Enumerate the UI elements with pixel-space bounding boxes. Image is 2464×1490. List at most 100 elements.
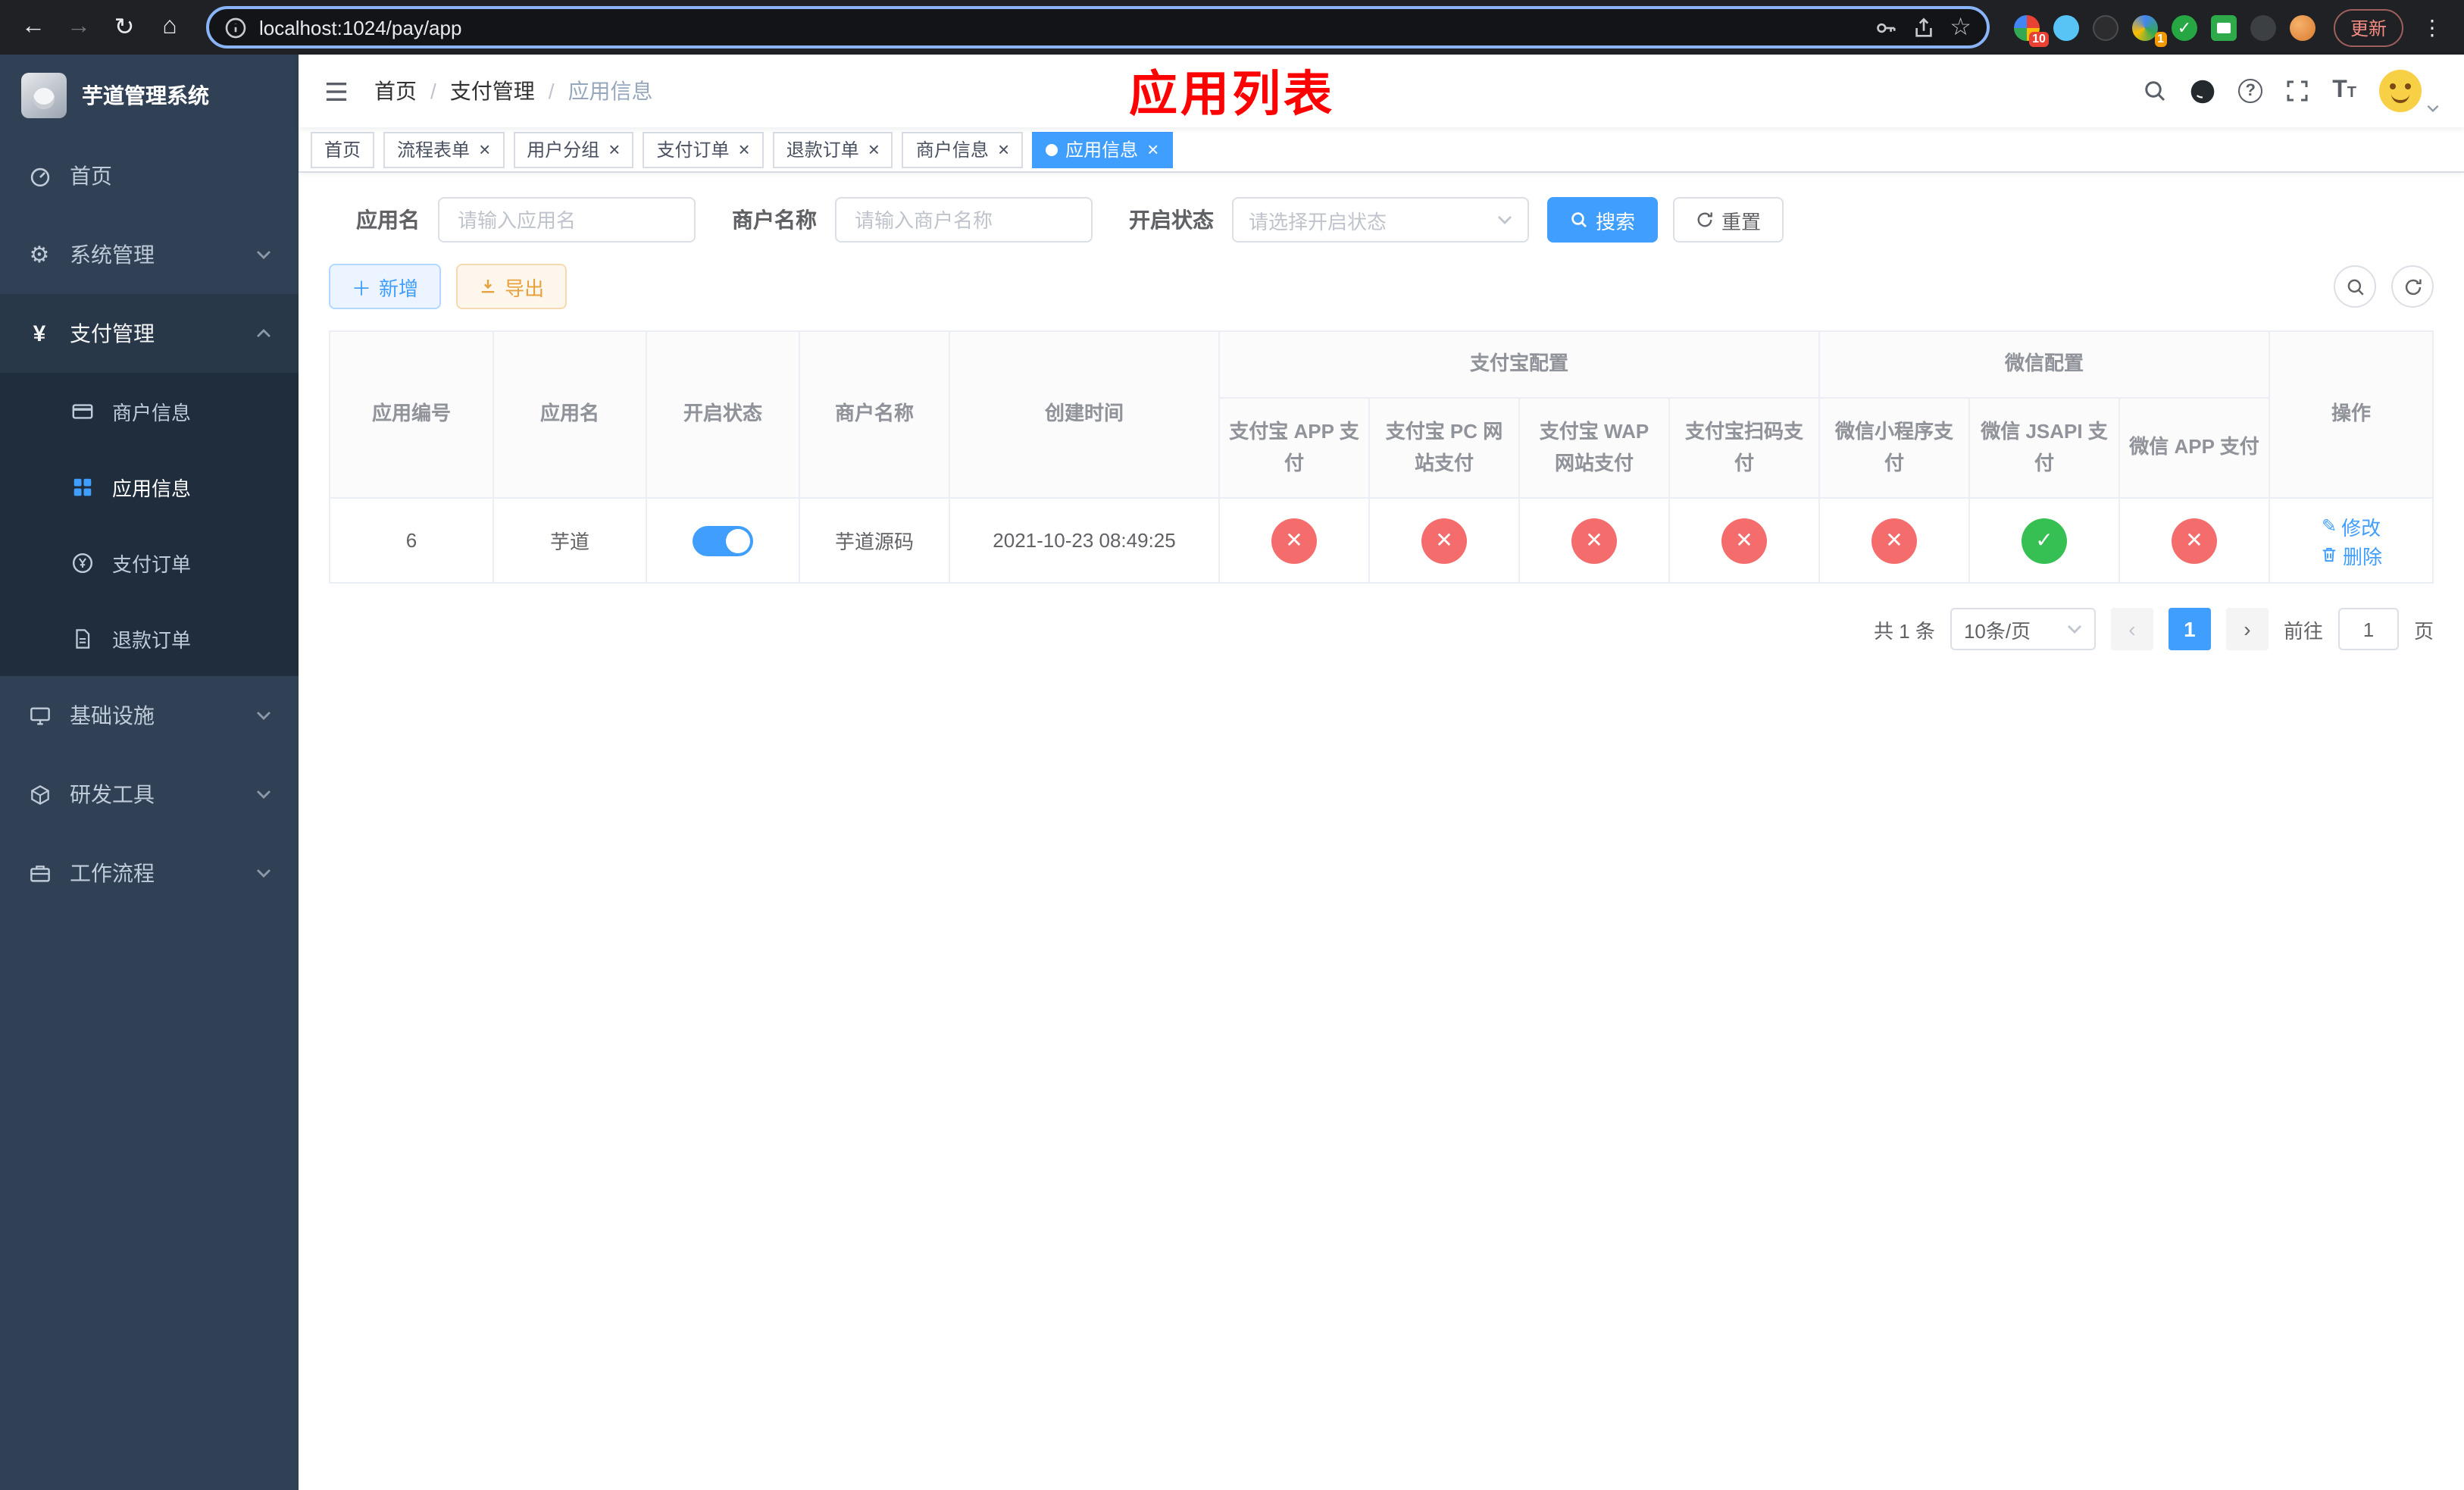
add-button[interactable]: ＋ 新增 bbox=[329, 264, 442, 309]
page-size-select[interactable]: 10条/页 bbox=[1950, 608, 2096, 650]
sidebar-item-payment[interactable]: ¥ 支付管理 bbox=[0, 294, 299, 373]
site-info-icon[interactable] bbox=[224, 16, 247, 39]
extension-icon-dark[interactable] bbox=[2092, 14, 2118, 40]
merchant-name-input[interactable] bbox=[835, 197, 1093, 243]
goto-page-input[interactable] bbox=[2337, 608, 2399, 650]
close-icon[interactable]: × bbox=[998, 139, 1009, 159]
tab-label: 应用信息 bbox=[1065, 139, 1139, 161]
close-icon[interactable]: × bbox=[739, 139, 750, 159]
close-icon[interactable]: × bbox=[1147, 139, 1159, 159]
sidebar-item-refund-order[interactable]: 退款订单 bbox=[0, 600, 299, 676]
address-bar[interactable]: localhost:1024/pay/app ☆ bbox=[206, 6, 1990, 49]
tab-pay-order[interactable]: 支付订单 × bbox=[643, 131, 764, 167]
font-size-icon[interactable]: TT bbox=[2332, 78, 2356, 103]
extension-icon-color[interactable]: 1 bbox=[2131, 14, 2167, 46]
toggle-knob bbox=[726, 528, 750, 552]
goto-label: 前往 bbox=[2283, 619, 2323, 642]
chevron-down-icon bbox=[257, 712, 270, 720]
forward-button[interactable]: → bbox=[58, 6, 100, 49]
sidebar-item-merchant-info[interactable]: 商户信息 bbox=[0, 373, 299, 449]
user-avatar[interactable] bbox=[2379, 70, 2440, 112]
extension-icon-check[interactable]: ✓ bbox=[2171, 14, 2197, 40]
status-toggle[interactable] bbox=[693, 525, 753, 556]
col-header-merchant: 商户名称 bbox=[799, 330, 950, 499]
pencil-icon: ✎ bbox=[2321, 515, 2337, 537]
sidebar-label: 支付订单 bbox=[112, 552, 192, 575]
reload-button[interactable]: ↻ bbox=[103, 6, 145, 49]
extension-icon-chat[interactable] bbox=[2210, 14, 2237, 40]
sidebar-item-home[interactable]: 首页 bbox=[0, 136, 299, 215]
page-number-1[interactable]: 1 bbox=[2168, 608, 2211, 650]
sidebar-item-dev-tools[interactable]: 研发工具 bbox=[0, 755, 299, 834]
extension-badge: 1 bbox=[2154, 31, 2167, 46]
back-button[interactable]: ← bbox=[12, 6, 55, 49]
group-header-wechat: 微信配置 bbox=[1818, 330, 2271, 399]
close-icon[interactable]: × bbox=[608, 139, 620, 159]
app-name-input[interactable] bbox=[438, 197, 696, 243]
search-icon bbox=[2347, 278, 2363, 295]
edit-link[interactable]: ✎ 修改 bbox=[2322, 512, 2381, 540]
next-page-button[interactable]: › bbox=[2225, 608, 2269, 650]
sidebar-label: 基础设施 bbox=[70, 703, 155, 728]
wechat-app-status-icon bbox=[2172, 518, 2218, 563]
search-button[interactable]: 搜索 bbox=[1547, 197, 1659, 243]
chrome-update-button[interactable]: 更新 bbox=[2333, 8, 2403, 46]
goto-suffix-label: 页 bbox=[2413, 619, 2434, 642]
sidebar-item-system[interactable]: ⚙ 系统管理 bbox=[0, 215, 299, 294]
close-icon[interactable]: × bbox=[868, 139, 880, 159]
app-name-label: 应用名 bbox=[356, 208, 420, 232]
refresh-table-button[interactable] bbox=[2391, 265, 2434, 308]
tab-label: 用户分组 bbox=[527, 139, 600, 161]
app-logo-row[interactable]: 芋道管理系统 bbox=[0, 55, 299, 136]
gear-icon: ⚙ bbox=[29, 243, 50, 268]
merchant-name-label: 商户名称 bbox=[732, 208, 817, 232]
breadcrumb-home[interactable]: 首页 bbox=[374, 76, 417, 106]
fullscreen-icon[interactable] bbox=[2285, 79, 2309, 103]
sub-header: 支付宝 WAP 网站支付 bbox=[1518, 397, 1670, 499]
page-title: 应用列表 bbox=[1128, 67, 1336, 121]
sidebar-label: 退款订单 bbox=[112, 628, 192, 651]
sidebar-item-infrastructure[interactable]: 基础设施 bbox=[0, 676, 299, 755]
tab-app-info[interactable]: 应用信息 × bbox=[1032, 131, 1173, 167]
total-count: 共 1 条 bbox=[1874, 619, 1935, 642]
sidebar: 芋道管理系统 首页 ⚙ 系统管理 ¥ 支付管理 商户信息 应用信息 支付订单 退… bbox=[0, 55, 299, 1490]
status-select[interactable]: 请选择开启状态 bbox=[1232, 197, 1529, 243]
tab-merchant-info[interactable]: 商户信息 × bbox=[902, 131, 1024, 167]
sidebar-label: 应用信息 bbox=[112, 477, 192, 499]
col-header-status: 开启状态 bbox=[646, 330, 800, 499]
sidebar-item-app-info[interactable]: 应用信息 bbox=[0, 449, 299, 524]
tab-refund-order[interactable]: 退款订单 × bbox=[772, 131, 893, 167]
share-icon[interactable] bbox=[1912, 16, 1934, 39]
profile-avatar[interactable] bbox=[2289, 14, 2315, 40]
export-button[interactable]: 导出 bbox=[456, 264, 568, 309]
sidebar-item-pay-order[interactable]: 支付订单 bbox=[0, 524, 299, 600]
extension-icon-grid[interactable]: 10 bbox=[2013, 14, 2049, 46]
caret-down-icon bbox=[2427, 105, 2439, 112]
extension-icon-gem[interactable] bbox=[2053, 14, 2079, 40]
browser-menu-icon[interactable]: ⋮ bbox=[2412, 14, 2452, 40]
github-icon[interactable] bbox=[2190, 78, 2215, 104]
tab-flow-form[interactable]: 流程表单 × bbox=[383, 131, 505, 167]
chevron-down-icon bbox=[257, 251, 270, 259]
prev-page-button[interactable]: ‹ bbox=[2110, 608, 2153, 650]
toggle-search-button[interactable] bbox=[2334, 265, 2376, 308]
tab-user-group[interactable]: 用户分组 × bbox=[513, 131, 634, 167]
breadcrumb-payment[interactable]: 支付管理 bbox=[450, 76, 535, 106]
home-button[interactable]: ⌂ bbox=[149, 6, 191, 49]
reset-button[interactable]: 重置 bbox=[1673, 197, 1784, 243]
bookmark-star-icon[interactable]: ☆ bbox=[1950, 12, 1972, 42]
extension-icon-pin[interactable] bbox=[2250, 14, 2276, 40]
tab-home[interactable]: 首页 bbox=[311, 131, 375, 167]
sidebar-toggle-icon[interactable] bbox=[323, 80, 350, 102]
close-icon[interactable]: × bbox=[479, 139, 490, 159]
sidebar-item-workflow[interactable]: 工作流程 bbox=[0, 834, 299, 912]
page-size-value: 10条/页 bbox=[1963, 619, 2031, 642]
delete-link[interactable]: 删除 bbox=[2320, 540, 2382, 569]
alipay-wap-status-icon bbox=[1571, 518, 1617, 563]
search-icon[interactable] bbox=[2143, 79, 2167, 103]
url-text[interactable]: localhost:1024/pay/app bbox=[259, 16, 461, 39]
extensions-area: 10 1 ✓ bbox=[2013, 14, 2315, 46]
help-icon[interactable]: ? bbox=[2238, 79, 2263, 103]
key-icon[interactable] bbox=[1874, 16, 1896, 39]
wechat-mini-status-icon bbox=[1871, 518, 1918, 563]
